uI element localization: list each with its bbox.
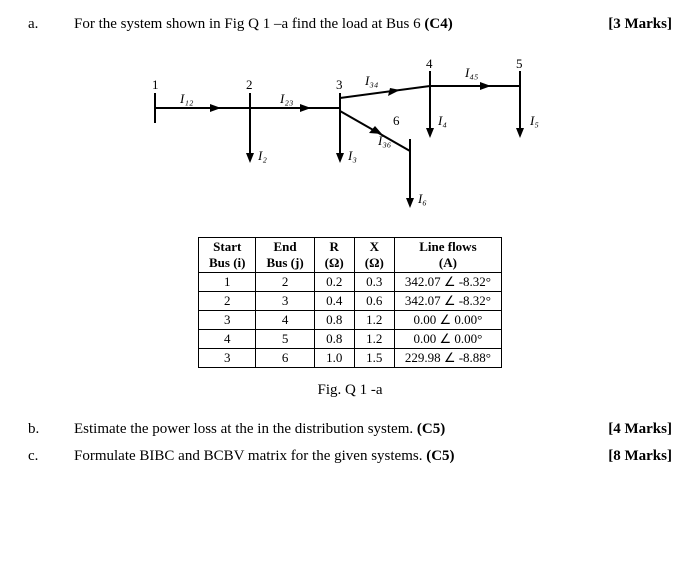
label-I2: I₂ <box>258 148 267 164</box>
label-a: a. <box>28 16 54 33</box>
label-b: b. <box>28 421 54 438</box>
col-lf-b: (A) <box>405 255 491 271</box>
table-cell: 0.8 <box>314 330 354 349</box>
diagram-svg <box>110 53 590 223</box>
text-b: Estimate the power loss at the in the di… <box>74 421 588 438</box>
node-3: 3 <box>336 77 343 93</box>
node-5: 5 <box>516 56 523 72</box>
figure-caption: Fig. Q 1 -a <box>28 382 672 399</box>
table-row: 120.20.3342.07 ∠ -8.32° <box>198 273 501 292</box>
col-end-b: Bus (j) <box>266 255 303 271</box>
question-b: b. Estimate the power loss at the in the… <box>28 421 672 438</box>
line-data-table: Start Bus (i) End Bus (j) R (Ω) X (Ω) Li… <box>198 237 502 368</box>
table-cell: 1 <box>198 273 255 292</box>
table-row: 450.81.20.00 ∠ 0.00° <box>198 330 501 349</box>
table-cell: 3 <box>198 311 255 330</box>
text-c-pre: Formulate BIBC and BCBV matrix for the g… <box>74 448 426 464</box>
col-r-b: (Ω) <box>325 255 344 271</box>
table-cell: 342.07 ∠ -8.32° <box>394 292 501 311</box>
question-c: c. Formulate BIBC and BCBV matrix for th… <box>28 448 672 465</box>
node-2: 2 <box>246 77 253 93</box>
marks-c: [8 Marks] <box>608 448 672 465</box>
table-cell: 0.00 ∠ 0.00° <box>394 330 501 349</box>
table-cell: 1.2 <box>354 330 394 349</box>
col-x-b: (Ω) <box>365 255 384 271</box>
table-cell: 0.2 <box>314 273 354 292</box>
marks-a: [3 Marks] <box>608 16 672 33</box>
label-I3: I₃ <box>348 148 357 164</box>
table-head: Start Bus (i) End Bus (j) R (Ω) X (Ω) Li… <box>198 238 501 273</box>
label-I34: I₃₄ <box>365 73 378 89</box>
table-cell: 1.2 <box>354 311 394 330</box>
text-b-pre: Estimate the power loss at the in the di… <box>74 421 417 437</box>
label-I5: I₅ <box>530 113 539 129</box>
table-row: 340.81.20.00 ∠ 0.00° <box>198 311 501 330</box>
label-c: c. <box>28 448 54 465</box>
table-cell: 2 <box>198 292 255 311</box>
marks-b: [4 Marks] <box>608 421 672 438</box>
label-I23: I₂₃ <box>280 91 293 107</box>
col-start: Start Bus (i) <box>198 238 255 273</box>
text-a-bold: (C4) <box>424 16 452 32</box>
table-cell: 0.3 <box>354 273 394 292</box>
col-start-b: Bus (i) <box>209 255 245 271</box>
table-body: 120.20.3342.07 ∠ -8.32°230.40.6342.07 ∠ … <box>198 273 501 368</box>
col-x: X (Ω) <box>354 238 394 273</box>
text-c: Formulate BIBC and BCBV matrix for the g… <box>74 448 588 465</box>
node-1: 1 <box>152 77 159 93</box>
col-lf-a: Line flows <box>405 239 491 255</box>
label-I45: I₄₅ <box>465 65 478 81</box>
table-cell: 0.4 <box>314 292 354 311</box>
node-4: 4 <box>426 56 433 72</box>
table-cell: 1.0 <box>314 349 354 368</box>
table-cell: 0.8 <box>314 311 354 330</box>
table-cell: 1.5 <box>354 349 394 368</box>
table-cell: 0.6 <box>354 292 394 311</box>
col-r-a: R <box>325 239 344 255</box>
text-a-pre: For the system shown in Fig Q 1 –a find … <box>74 16 424 32</box>
col-end: End Bus (j) <box>256 238 314 273</box>
table-cell: 3 <box>198 349 255 368</box>
text-a: For the system shown in Fig Q 1 –a find … <box>74 16 588 33</box>
table-cell: 4 <box>198 330 255 349</box>
col-lf: Line flows (A) <box>394 238 501 273</box>
table-cell: 342.07 ∠ -8.32° <box>394 273 501 292</box>
col-r: R (Ω) <box>314 238 354 273</box>
table-cell: 4 <box>256 311 314 330</box>
node-6: 6 <box>393 113 400 129</box>
col-end-a: End <box>266 239 303 255</box>
label-I4: I₄ <box>438 113 447 129</box>
label-I12: I₁₂ <box>180 91 193 107</box>
question-a: a. For the system shown in Fig Q 1 –a fi… <box>28 16 672 33</box>
table-cell: 0.00 ∠ 0.00° <box>394 311 501 330</box>
table-row: 361.01.5229.98 ∠ -8.88° <box>198 349 501 368</box>
text-c-bold: (C5) <box>426 448 454 464</box>
col-x-a: X <box>365 239 384 255</box>
label-I6: I₆ <box>418 191 427 207</box>
col-start-a: Start <box>209 239 245 255</box>
table-cell: 2 <box>256 273 314 292</box>
label-I36: I₃₆ <box>378 133 391 149</box>
table-cell: 6 <box>256 349 314 368</box>
bus-diagram: 1 2 3 4 5 6 I₁₂ I₂₃ I₃₄ I₄₅ I₃₆ I₂ I₃ I₄… <box>110 53 590 223</box>
table-row: 230.40.6342.07 ∠ -8.32° <box>198 292 501 311</box>
table-cell: 5 <box>256 330 314 349</box>
table-cell: 229.98 ∠ -8.88° <box>394 349 501 368</box>
text-b-bold: (C5) <box>417 421 445 437</box>
table-cell: 3 <box>256 292 314 311</box>
